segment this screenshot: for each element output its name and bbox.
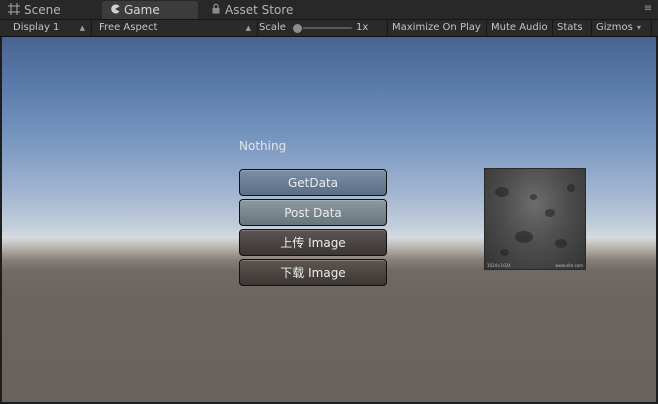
tab-label: Asset Store — [225, 3, 294, 17]
gizmos-label: Gizmos — [596, 22, 633, 33]
tab-bar: Scene Game Asset Store ≡ — [0, 0, 658, 20]
maximize-on-play-toggle[interactable]: Maximize On Play — [388, 20, 487, 36]
mute-label: Mute Audio — [491, 22, 548, 33]
aspect-dropdown[interactable]: Free Aspect ▲ — [93, 20, 258, 36]
scale-control: Scale 1x — [258, 20, 388, 36]
display-dropdown[interactable]: Display 1 ▲ — [0, 20, 92, 36]
game-viewport: Nothing GetData Post Data 上传 Image 下载 Im… — [2, 37, 656, 402]
scale-value: 1x — [356, 22, 369, 33]
mute-audio-toggle[interactable]: Mute Audio — [487, 20, 553, 36]
unity-game-window: Scene Game Asset Store ≡ Display 1 ▲ Fre… — [0, 0, 658, 404]
display-value: Display 1 — [13, 22, 60, 33]
lock-icon — [211, 3, 221, 17]
chevron-down-icon: ▾ — [636, 23, 641, 32]
aspect-value: Free Aspect — [99, 22, 158, 33]
tab-label: Game — [124, 3, 160, 17]
grid-icon — [8, 2, 20, 18]
scale-slider-knob[interactable] — [292, 23, 303, 34]
stats-label: Stats — [557, 22, 583, 33]
tab-label: Scene — [24, 3, 61, 17]
downloaded-texture-image: 1024×1024 www.site.com — [484, 168, 586, 270]
pacman-icon — [110, 3, 120, 17]
texture-caption: 1024×1024 www.site.com — [487, 263, 583, 268]
upload-image-button[interactable]: 上传 Image — [239, 229, 387, 256]
download-image-button[interactable]: 下载 Image — [239, 259, 387, 286]
maximize-label: Maximize On Play — [392, 22, 481, 33]
texture-caption-right: www.site.com — [555, 263, 583, 268]
post-data-button[interactable]: Post Data — [239, 199, 387, 226]
get-data-button[interactable]: GetData — [239, 169, 387, 196]
tab-game[interactable]: Game — [102, 1, 198, 19]
gizmos-dropdown[interactable]: Gizmos ▾ — [592, 20, 652, 36]
tab-asset-store[interactable]: Asset Store — [211, 1, 311, 19]
game-toolbar: Display 1 ▲ Free Aspect ▲ Scale 1x Maxim… — [0, 20, 658, 37]
tab-scene[interactable]: Scene — [8, 1, 96, 19]
status-text: Nothing — [239, 139, 287, 153]
texture-caption-left: 1024×1024 — [487, 263, 511, 268]
dropdown-arrows-icon: ▲ — [245, 24, 251, 32]
stats-toggle[interactable]: Stats — [553, 20, 592, 36]
dropdown-arrows-icon: ▲ — [79, 24, 85, 32]
scale-label: Scale — [259, 22, 286, 33]
tab-menu-icon[interactable]: ≡ — [642, 3, 654, 15]
